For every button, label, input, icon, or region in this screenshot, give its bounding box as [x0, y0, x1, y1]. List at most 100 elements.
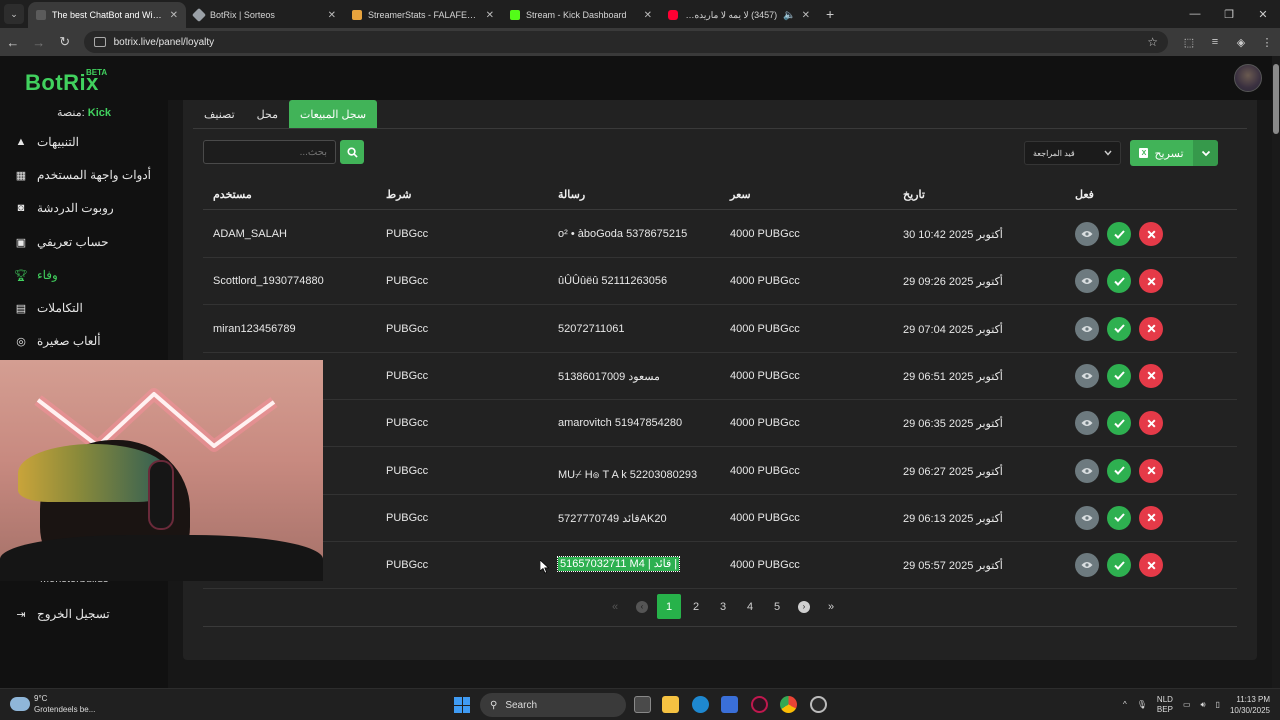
last-page-button[interactable]: »: [819, 594, 843, 619]
bookmark-star-icon[interactable]: ☆: [1147, 35, 1158, 49]
weather-widget[interactable]: 9°C Grotendeels be...: [10, 693, 95, 715]
sidebar-item-logout[interactable]: ⇥ تسجيل الخروج: [14, 602, 164, 626]
battery-icon[interactable]: ▯: [1216, 700, 1220, 710]
cell-user: ADAM_SALAH: [213, 228, 287, 240]
page-4-button[interactable]: 4: [738, 594, 762, 619]
volume-icon[interactable]: 🔊︎: [1201, 700, 1206, 710]
approve-button[interactable]: [1107, 363, 1131, 388]
windows-start-icon[interactable]: [454, 697, 470, 713]
site-info-icon[interactable]: [93, 37, 106, 47]
cell-message: 51657032711 M4 | قائد |: [556, 556, 681, 573]
check-icon: [1113, 277, 1125, 286]
reject-button[interactable]: [1139, 458, 1163, 483]
chevron-up-icon[interactable]: ^: [1123, 700, 1127, 710]
close-icon[interactable]: ✕: [170, 10, 178, 21]
reject-button[interactable]: [1139, 505, 1163, 530]
view-button[interactable]: [1075, 269, 1099, 294]
network-icon[interactable]: ▭: [1183, 700, 1191, 710]
search-input[interactable]: [203, 140, 336, 164]
reject-button[interactable]: [1139, 316, 1163, 341]
view-button[interactable]: [1075, 505, 1099, 530]
approve-button[interactable]: [1107, 222, 1131, 246]
taskbar-search[interactable]: ⚲ Search: [480, 693, 626, 717]
edge-browser-icon[interactable]: [692, 696, 709, 713]
browser-tab-youtube[interactable]: (3457) لا يمه لا ماريده | دليح 🔈 ✕: [660, 2, 818, 28]
approve-button[interactable]: [1107, 411, 1131, 436]
sidebar-item-alerts[interactable]: ▲ التنبيهات: [14, 130, 164, 154]
back-icon[interactable]: ←: [0, 29, 26, 55]
close-icon[interactable]: ✕: [328, 10, 336, 21]
obs-icon[interactable]: [810, 696, 827, 713]
approve-button[interactable]: [1107, 553, 1131, 578]
microphone-icon[interactable]: 🎙︎: [1137, 700, 1147, 710]
page-1-button[interactable]: 1: [657, 594, 681, 619]
sidebar-item-minigames[interactable]: ◎ ألعاب صغيرة: [14, 329, 164, 353]
search-button[interactable]: [340, 140, 364, 164]
view-button[interactable]: [1075, 553, 1099, 578]
browser-tab-botrix-sorteos[interactable]: BotRix | Sorteos ✕: [186, 2, 344, 28]
reject-button[interactable]: [1139, 222, 1163, 246]
scrollbar-thumb[interactable]: [1273, 64, 1279, 134]
sidebar-item-widgets[interactable]: ▦ أدوات واجهة المستخدم: [14, 163, 164, 187]
restore-icon[interactable]: ❐: [1212, 0, 1246, 28]
media-icon[interactable]: ≡: [1202, 36, 1228, 49]
language-indicator[interactable]: NLD BEP: [1157, 695, 1173, 715]
tab-sales-log[interactable]: سجل المبيعات: [288, 100, 378, 128]
cell-date: 29 أكتوبر 2025 05:57: [903, 560, 1003, 573]
file-explorer-icon[interactable]: [662, 696, 679, 713]
page-2-button[interactable]: 2: [684, 594, 708, 619]
view-button[interactable]: [1075, 411, 1099, 436]
view-button[interactable]: [1075, 316, 1099, 341]
export-dropdown-button[interactable]: [1193, 140, 1218, 166]
new-tab-button[interactable]: +: [826, 6, 834, 22]
close-icon[interactable]: ✕: [486, 10, 494, 21]
reload-icon[interactable]: ↻: [52, 29, 78, 55]
view-button[interactable]: [1075, 363, 1099, 388]
profile-icon[interactable]: ◈: [1228, 36, 1254, 49]
browser-tab-botrix-chatbot[interactable]: The best ChatBot and Widgets ✕: [28, 2, 186, 28]
approve-button[interactable]: [1107, 269, 1131, 294]
check-icon: [1113, 513, 1125, 523]
approve-button[interactable]: [1107, 505, 1131, 530]
page-scrollbar[interactable]: [1272, 56, 1280, 688]
browser-tab-streamerstats[interactable]: StreamerStats - FALAFELCO Pro ✕: [344, 2, 502, 28]
view-button[interactable]: [1075, 222, 1099, 246]
prev-page-button[interactable]: ‹: [630, 594, 654, 619]
tab-shop[interactable]: محل: [246, 100, 289, 128]
store-icon[interactable]: [721, 696, 738, 713]
approve-button[interactable]: [1107, 316, 1131, 341]
close-icon[interactable]: ✕: [644, 10, 652, 21]
sidebar-item-loyalty[interactable]: 🏆︎ وفاء: [14, 263, 164, 287]
reject-button[interactable]: [1139, 411, 1163, 436]
reject-button[interactable]: [1139, 269, 1163, 294]
close-icon[interactable]: ✕: [802, 10, 810, 21]
reject-button[interactable]: [1139, 363, 1163, 388]
page-3-button[interactable]: 3: [711, 594, 735, 619]
status-filter-select[interactable]: قيد المراجعة: [1024, 141, 1121, 165]
next-page-button[interactable]: ›: [792, 594, 816, 619]
chrome-icon[interactable]: [780, 696, 797, 713]
sidebar-item-profile[interactable]: ▣ حساب تعريفي: [14, 230, 164, 254]
minimize-icon[interactable]: —: [1178, 0, 1212, 28]
first-page-button[interactable]: «: [603, 594, 627, 619]
forward-icon[interactable]: →: [26, 29, 52, 55]
approve-button[interactable]: [1107, 458, 1131, 483]
opera-gx-icon[interactable]: [751, 696, 768, 713]
browser-tab-kick-dashboard[interactable]: Stream - Kick Dashboard ✕: [502, 2, 660, 28]
task-view-icon[interactable]: [634, 696, 651, 713]
menu-icon[interactable]: ⋮: [1254, 36, 1280, 49]
close-window-icon[interactable]: ✕: [1246, 0, 1280, 28]
view-button[interactable]: [1075, 458, 1099, 483]
extensions-icon[interactable]: ⬚: [1176, 36, 1202, 49]
avatar[interactable]: [1234, 64, 1262, 92]
reject-button[interactable]: [1139, 553, 1163, 578]
tab-search-button[interactable]: ⌄: [4, 4, 24, 24]
sidebar-item-chatbot[interactable]: ◙ روبوت الدردشة: [14, 196, 164, 220]
page-5-button[interactable]: 5: [765, 594, 789, 619]
tab-ranking[interactable]: تصنيف: [193, 100, 246, 128]
clock[interactable]: 11:13 PM 10/30/2025: [1230, 694, 1270, 716]
url-field[interactable]: botrix.live/panel/loyalty ☆: [83, 31, 1168, 53]
cell-message: 51386017009 مسعود: [558, 370, 660, 383]
export-button[interactable]: X تسريح: [1130, 140, 1193, 166]
sidebar-item-integrations[interactable]: ▤ التكاملات: [14, 296, 164, 320]
